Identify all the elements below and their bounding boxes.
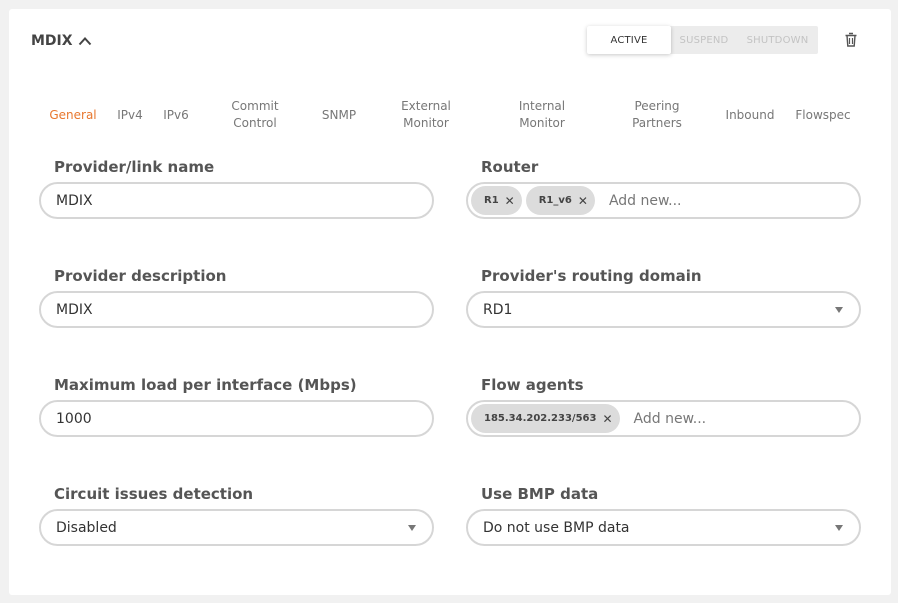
tab-general[interactable]: General — [49, 107, 96, 124]
provider-name-label: Provider/link name — [54, 158, 215, 176]
tab-internal-monitor[interactable]: Internal Monitor — [519, 98, 565, 132]
provider-description-label: Provider description — [54, 267, 227, 285]
provider-title: MDIX — [31, 33, 73, 49]
router-tag-input[interactable]: R1 ✕ R1_v6 ✕ Add new... — [466, 182, 861, 219]
provider-name-input[interactable]: MDIX — [39, 182, 434, 219]
router-label: Router — [481, 158, 539, 176]
close-icon[interactable]: ✕ — [505, 194, 515, 208]
tab-external-monitor-label-line1: External — [401, 99, 451, 113]
bmp-data-label: Use BMP data — [481, 485, 599, 503]
tab-commit-control-label-line1: Commit — [231, 99, 279, 113]
routing-domain-label: Provider's routing domain — [481, 267, 702, 285]
close-icon[interactable]: ✕ — [602, 412, 612, 426]
status-active-button[interactable]: ACTIVE — [587, 26, 671, 54]
max-load-input[interactable]: 1000 — [39, 400, 434, 437]
tab-ipv6-label: IPv6 — [163, 108, 189, 122]
tab-peering-partners-label-line2: Partners — [632, 116, 682, 130]
bmp-data-value: Do not use BMP data — [483, 519, 630, 536]
router-tag-label: R1 — [484, 195, 499, 206]
routing-domain-select[interactable]: RD1 — [466, 291, 861, 328]
provider-description-input[interactable]: MDIX — [39, 291, 434, 328]
max-load-label: Maximum load per interface (Mbps) — [54, 376, 357, 394]
trash-icon[interactable] — [844, 32, 858, 48]
tab-external-monitor-label-line2: Monitor — [403, 116, 449, 130]
tab-peering-partners-label-line1: Peering — [634, 99, 680, 113]
provider-title-toggle[interactable]: MDIX — [31, 33, 92, 49]
routing-domain-value: RD1 — [483, 301, 513, 318]
provider-card: MDIX ACTIVE SUSPEND SHUTDOWN General IPv… — [9, 9, 891, 595]
tab-internal-monitor-label-line2: Monitor — [519, 116, 565, 130]
flow-agents-label: Flow agents — [481, 376, 584, 394]
router-tag-label: R1_v6 — [538, 195, 572, 206]
flow-agents-add-new-input[interactable]: Add new... — [634, 411, 707, 427]
close-icon[interactable]: ✕ — [578, 194, 588, 208]
tab-external-monitor[interactable]: External Monitor — [401, 98, 451, 132]
tab-inbound[interactable]: Inbound — [726, 107, 775, 124]
caret-down-icon — [835, 306, 843, 313]
flow-agent-tag-label: 185.34.202.233/563 — [484, 413, 597, 424]
circuit-issues-select[interactable]: Disabled — [39, 509, 434, 546]
caret-down-icon — [408, 524, 416, 531]
max-load-value: 1000 — [56, 410, 92, 427]
tab-commit-control[interactable]: Commit Control — [231, 98, 278, 132]
caret-down-icon — [835, 524, 843, 531]
provider-name-value: MDIX — [56, 192, 93, 209]
tab-peering-partners[interactable]: Peering Partners — [632, 98, 682, 132]
provider-description-value: MDIX — [56, 301, 93, 318]
chevron-up-icon — [78, 37, 91, 46]
tab-ipv4-label: IPv4 — [117, 108, 143, 122]
tab-internal-monitor-label-line1: Internal — [518, 99, 566, 113]
bmp-data-select[interactable]: Do not use BMP data — [466, 509, 861, 546]
status-shutdown-button[interactable]: SHUTDOWN — [737, 26, 818, 54]
tab-snmp[interactable]: SNMP — [322, 107, 356, 124]
tab-flowspec-label: Flowspec — [795, 108, 851, 122]
router-tag: R1 ✕ — [471, 186, 522, 215]
circuit-issues-label: Circuit issues detection — [54, 485, 254, 503]
circuit-issues-value: Disabled — [56, 519, 117, 536]
tab-ipv6[interactable]: IPv6 — [163, 107, 189, 124]
status-toggle-group: ACTIVE SUSPEND SHUTDOWN — [587, 26, 818, 54]
tab-ipv4[interactable]: IPv4 — [117, 107, 143, 124]
router-add-new-input[interactable]: Add new... — [609, 193, 682, 209]
router-tag: R1_v6 ✕ — [525, 186, 595, 215]
status-suspend-button[interactable]: SUSPEND — [671, 26, 737, 54]
tab-inbound-label: Inbound — [725, 108, 775, 122]
tab-flowspec[interactable]: Flowspec — [795, 107, 850, 124]
tab-commit-control-label-line2: Control — [233, 116, 277, 130]
tab-snmp-label: SNMP — [321, 108, 357, 122]
flow-agents-tag-input[interactable]: 185.34.202.233/563 ✕ Add new... — [466, 400, 861, 437]
tab-general-label: General — [49, 108, 97, 122]
flow-agent-tag: 185.34.202.233/563 ✕ — [471, 404, 620, 433]
